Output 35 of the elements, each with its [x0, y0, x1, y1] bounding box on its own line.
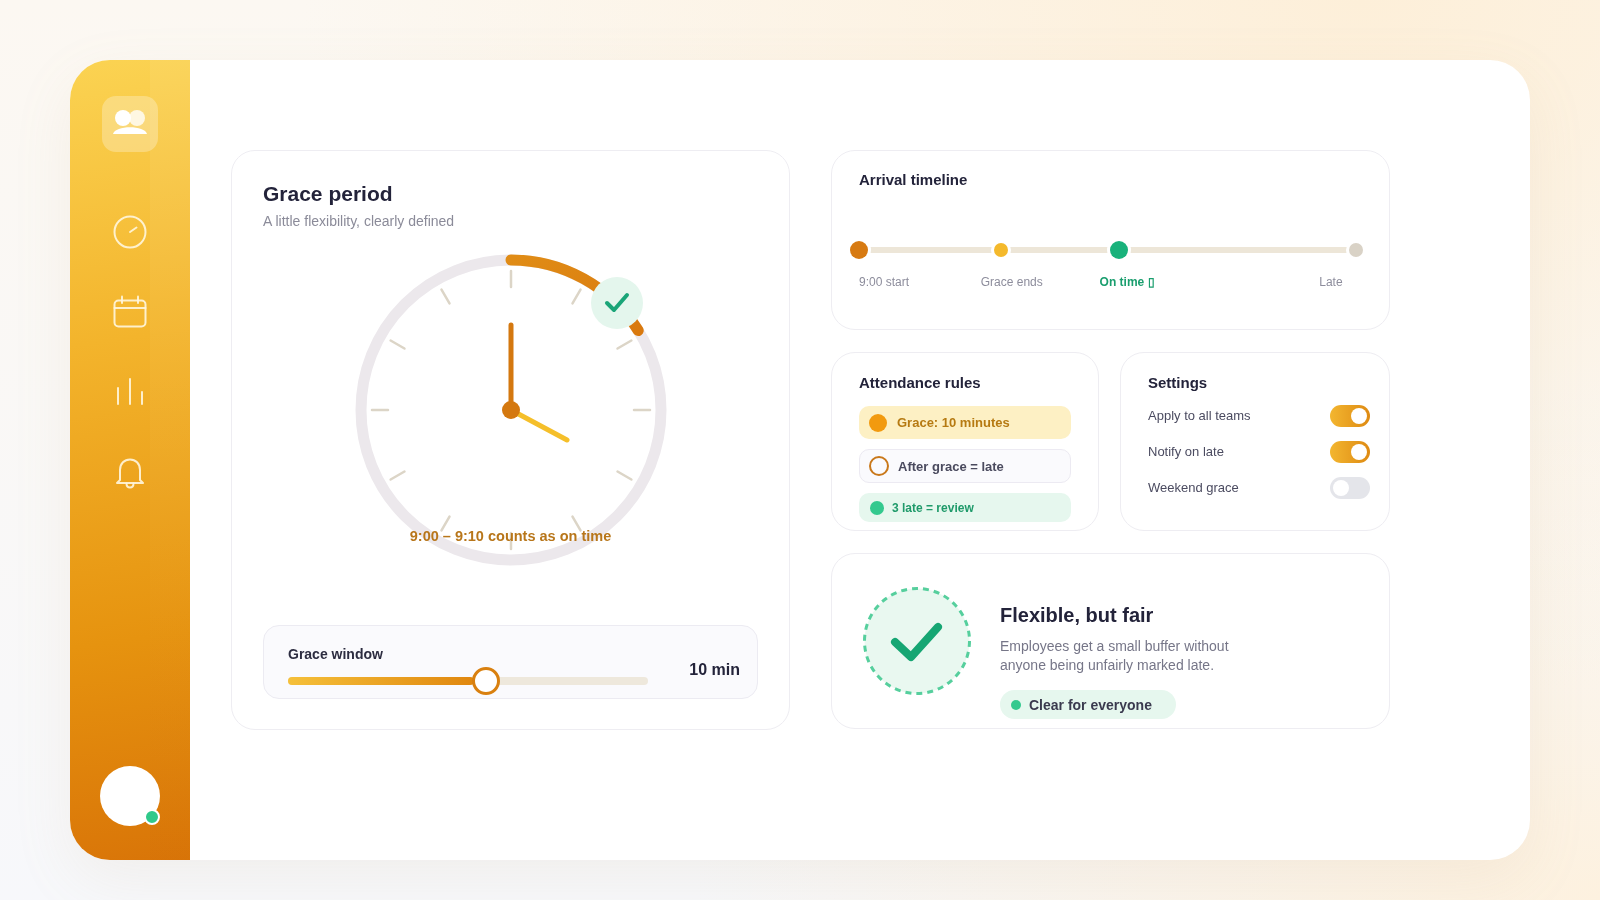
- slider-label: Grace window: [288, 646, 383, 662]
- milestone-label: Grace ends: [980, 275, 1043, 289]
- summary-title: Flexible, but fair: [1000, 603, 1154, 627]
- card-title: Arrival timeline: [859, 171, 968, 189]
- card-subtitle: A little flexibility, clearly defined: [263, 213, 455, 230]
- ring-icon: [869, 456, 889, 476]
- people-logo-icon: [102, 96, 158, 152]
- card-title: Grace period: [263, 181, 393, 206]
- toggle-switch[interactable]: [1330, 476, 1370, 499]
- check-badge-icon: [590, 277, 643, 329]
- rule-label: 3 late = review: [892, 500, 974, 515]
- avatar[interactable]: [100, 766, 160, 826]
- setting-label: Weekend grace: [1148, 480, 1239, 495]
- slider-thumb[interactable]: [472, 667, 500, 695]
- rule-label: Grace: 10 minutes: [897, 415, 1010, 430]
- slider-value: 10 min: [689, 660, 740, 679]
- summary-description: Employees get a small buffer without anyone being unfairly marked late.: [1000, 637, 1230, 675]
- filled-dot-icon: [869, 413, 887, 432]
- toggle-switch[interactable]: [1330, 440, 1370, 463]
- milestone-label: 9:00 start: [859, 275, 910, 289]
- setting-label: Apply to all teams: [1148, 408, 1251, 423]
- card-title: Attendance rules: [859, 374, 981, 392]
- rule-label: After grace = late: [898, 458, 1004, 474]
- milestone-label: On time ▯: [1099, 275, 1155, 289]
- card-title: Settings: [1148, 374, 1208, 392]
- calendar-icon[interactable]: [112, 294, 148, 330]
- clock-icon[interactable]: [112, 214, 148, 250]
- status-dot-icon: [1011, 699, 1021, 710]
- milestone-label: Late: [1319, 275, 1343, 289]
- dashed-check-icon: [862, 586, 972, 696]
- status-label: Clear for everyone: [1029, 696, 1152, 713]
- toggle-switch[interactable]: [1330, 404, 1370, 427]
- setting-label: Notify on late: [1148, 444, 1224, 459]
- filled-dot-icon: [870, 500, 884, 515]
- clock-caption: 9:00 – 9:10 counts as on time: [409, 528, 612, 544]
